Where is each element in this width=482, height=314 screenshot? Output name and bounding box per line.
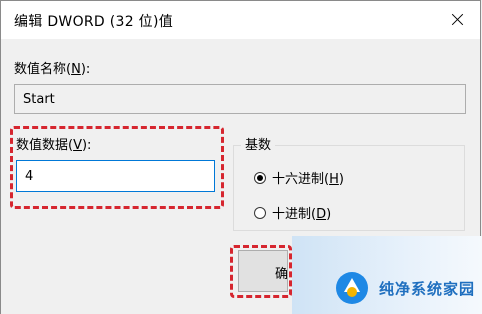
radio-hexadecimal[interactable]: 十六进制(H) [254,168,344,187]
base-group-title: 基数 [241,134,276,153]
watermark-text: 纯净系统家园 [379,280,476,298]
watermark-overlay [292,236,482,314]
radio-dec-indicator[interactable] [254,206,266,219]
value-name-label: 数值名称(N): [14,62,91,77]
brand-logo-icon [336,272,368,304]
ok-button-highlight [230,245,292,298]
value-name-field[interactable]: Start [14,84,466,114]
close-icon[interactable] [434,1,480,39]
dialog-title: 编辑 DWORD (32 位)值 [14,14,174,30]
radio-decimal[interactable]: 十进制(D) [254,203,331,222]
title-bar: 编辑 DWORD (32 位)值 [1,1,480,39]
radio-dec-label: 十进制(D) [272,207,332,222]
value-name-text: Start [23,91,55,107]
radio-hex-label: 十六进制(H) [272,172,344,187]
value-data-highlight [10,126,224,209]
radio-hex-indicator[interactable] [254,171,266,184]
